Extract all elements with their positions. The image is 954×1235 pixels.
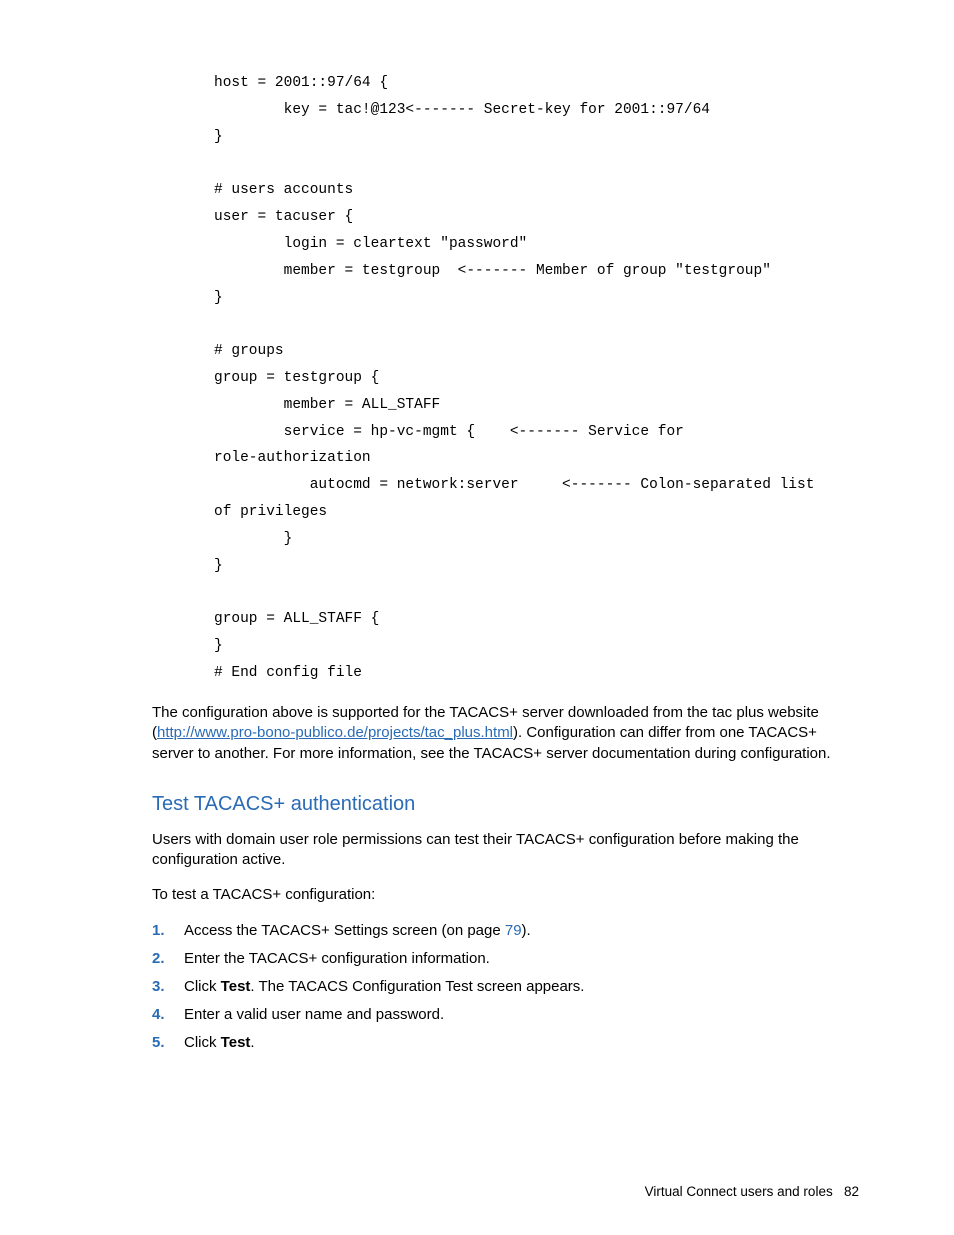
page-footer: Virtual Connect users and roles 82 <box>645 1184 859 1199</box>
step-bold: Test <box>221 1034 251 1051</box>
list-item: 4. Enter a valid user name and password. <box>152 1004 859 1025</box>
step-number: 4. <box>152 1004 184 1025</box>
step-text: Access the TACACS+ Settings screen (on p… <box>184 920 859 941</box>
paragraph-lead-in: To test a TACACS+ configuration: <box>152 885 859 906</box>
step-pre: Click <box>184 1034 221 1051</box>
step-text: Enter the TACACS+ configuration informat… <box>184 948 859 969</box>
footer-page-number: 82 <box>844 1184 859 1199</box>
tac-plus-link[interactable]: http://www.pro-bono-publico.de/projects/… <box>157 724 513 741</box>
config-code-block: host = 2001::97/64 { key = tac!@123<----… <box>214 70 859 687</box>
list-item: 3. Click Test. The TACACS Configuration … <box>152 976 859 997</box>
step-text: Click Test. <box>184 1032 859 1053</box>
step-post: . The TACACS Configuration Test screen a… <box>250 978 584 995</box>
footer-section-title: Virtual Connect users and roles <box>645 1184 833 1199</box>
list-item: 5. Click Test. <box>152 1032 859 1053</box>
page-reference-link[interactable]: 79 <box>505 922 522 939</box>
step-text: Enter a valid user name and password. <box>184 1004 859 1025</box>
paragraph-intro: Users with domain user role permissions … <box>152 830 859 871</box>
step-number: 2. <box>152 948 184 969</box>
step-number: 1. <box>152 920 184 941</box>
step-post: . <box>250 1034 254 1051</box>
steps-list: 1. Access the TACACS+ Settings screen (o… <box>152 920 859 1053</box>
step-post: ). <box>522 922 531 939</box>
step-number: 3. <box>152 976 184 997</box>
list-item: 2. Enter the TACACS+ configuration infor… <box>152 948 859 969</box>
step-number: 5. <box>152 1032 184 1053</box>
step-text: Click Test. The TACACS Configuration Tes… <box>184 976 859 997</box>
step-bold: Test <box>221 978 251 995</box>
list-item: 1. Access the TACACS+ Settings screen (o… <box>152 920 859 941</box>
section-heading-test-tacacs: Test TACACS+ authentication <box>152 793 859 816</box>
step-pre: Click <box>184 978 221 995</box>
step-pre: Access the TACACS+ Settings screen (on p… <box>184 922 505 939</box>
paragraph-config-note: The configuration above is supported for… <box>152 703 859 765</box>
